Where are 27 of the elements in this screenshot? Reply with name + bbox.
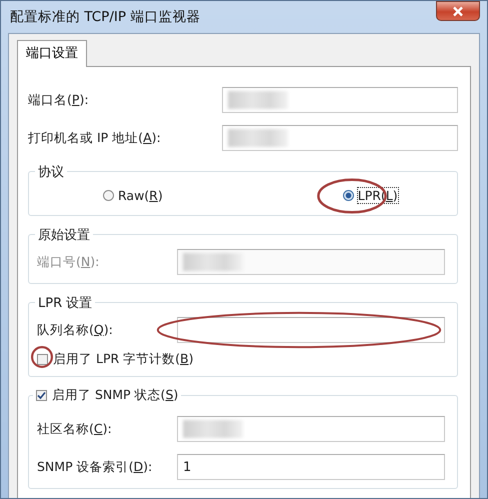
field-label: 端口名(P): (28, 92, 90, 108)
input-field[interactable] (177, 416, 445, 442)
input-field[interactable] (222, 125, 458, 151)
checkmark-icon (37, 391, 46, 400)
input-field[interactable] (177, 317, 445, 343)
group-title: 协议 (35, 163, 67, 181)
input-field[interactable]: 1 (177, 454, 445, 480)
window-title: 配置标准的 TCP/IP 端口监视器 (9, 8, 200, 26)
field-label: 端口号(N): (37, 254, 100, 270)
group-title: 原始设置 (35, 226, 93, 244)
input-field[interactable] (177, 249, 445, 275)
input-field[interactable] (222, 87, 458, 113)
checkbox-option[interactable]: 启用了 LPR 字节计数(B) (37, 351, 194, 368)
field-label: 队列名称(Q): (37, 322, 114, 338)
checkbox[interactable] (36, 390, 47, 401)
radio-option[interactable]: Raw(R) (103, 188, 163, 203)
field-label: SNMP 设备索引(D): (37, 458, 154, 476)
checkbox-option[interactable]: 启用了 SNMP 状态(S) (33, 387, 182, 404)
close-icon (452, 6, 464, 16)
tab[interactable]: 端口设置 (17, 40, 87, 67)
field-label: 社区名称(C): (37, 420, 113, 438)
radio-button[interactable] (342, 190, 354, 201)
radio-option[interactable]: LPR(L) (342, 188, 398, 203)
checkbox[interactable] (37, 354, 48, 365)
close-button[interactable] (436, 1, 480, 21)
field-label: 打印机名或 IP 地址(A): (28, 130, 162, 146)
radio-button[interactable] (103, 190, 114, 201)
